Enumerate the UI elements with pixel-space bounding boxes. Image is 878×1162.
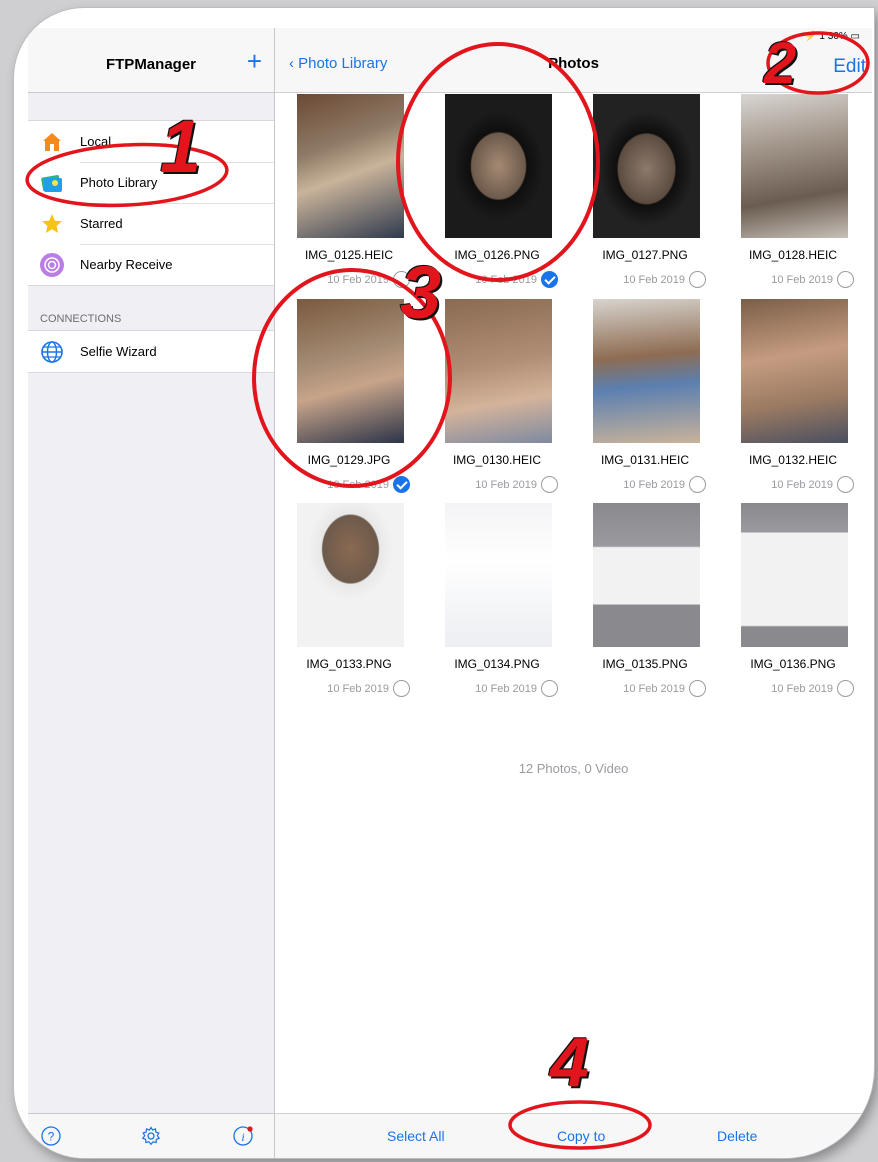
photo-thumbnail[interactable] <box>445 94 552 238</box>
info-icon[interactable]: i <box>233 1126 253 1146</box>
photo-filename: IMG_0132.HEIC <box>748 453 838 467</box>
selection-circle-icon[interactable] <box>837 271 854 288</box>
photo-date: 10 Feb 2019 <box>623 274 685 286</box>
sidebar-item-local[interactable]: Local <box>28 121 274 162</box>
photo-filename: IMG_0127.PNG <box>602 248 688 262</box>
add-connection-icon[interactable]: + <box>247 48 262 74</box>
photo-filename: IMG_0135.PNG <box>602 657 688 671</box>
photo-filename: IMG_0126.PNG <box>454 248 540 262</box>
photo-thumbnail[interactable] <box>741 503 848 647</box>
connections-header: CONNECTIONS <box>40 313 122 325</box>
sidebar-list: Local Photo Library Starred Nearby Recei… <box>28 120 274 286</box>
photo-cell[interactable]: IMG_0131.HEIC 10 Feb 2019 <box>571 299 719 502</box>
selection-circle-icon[interactable] <box>837 680 854 697</box>
photo-thumbnail[interactable] <box>297 503 404 647</box>
edit-button[interactable]: Edit <box>833 56 866 78</box>
photo-filename: IMG_0129.JPG <box>307 453 391 467</box>
photo-thumbnail[interactable] <box>593 94 700 238</box>
photo-cell[interactable]: IMG_0127.PNG 10 Feb 2019 <box>571 94 719 297</box>
photo-cell[interactable]: IMG_0126.PNG 10 Feb 2019 <box>423 94 571 297</box>
photo-date: 10 Feb 2019 <box>771 683 833 695</box>
selection-circle-icon[interactable] <box>393 680 410 697</box>
photo-filename: IMG_0133.PNG <box>306 657 392 671</box>
svg-text:?: ? <box>48 1130 55 1144</box>
connection-label: Selfie Wizard <box>80 344 157 359</box>
sidebar-item-label: Nearby Receive <box>80 257 173 272</box>
photo-cell[interactable]: IMG_0134.PNG 10 Feb 2019 <box>423 503 571 706</box>
status-bar: ⚡ 1 30% ▭ <box>804 31 860 42</box>
photo-date: 10 Feb 2019 <box>327 683 389 695</box>
photo-filename: IMG_0134.PNG <box>454 657 540 671</box>
sidebar-item-label: Local <box>80 134 112 149</box>
photo-filename: IMG_0131.HEIC <box>600 453 690 467</box>
selection-circle-icon[interactable] <box>541 476 558 493</box>
photo-date: 10 Feb 2019 <box>327 274 389 286</box>
selection-circle-icon[interactable] <box>689 680 706 697</box>
star-icon <box>42 214 62 233</box>
app-title: FTPManager <box>105 56 196 73</box>
photo-thumbnail[interactable] <box>445 503 552 647</box>
photo-thumbnail[interactable] <box>297 94 404 238</box>
photo-cell[interactable]: IMG_0135.PNG 10 Feb 2019 <box>571 503 719 706</box>
photo-date: 10 Feb 2019 <box>475 274 537 286</box>
svg-text:i: i <box>241 1130 244 1144</box>
selected-checkmark-icon[interactable] <box>541 271 558 288</box>
app-screen: FTPManager + Local Photo Library Starred… <box>28 28 872 1158</box>
annotation-number-4: 4 <box>550 1023 589 1101</box>
photo-date: 10 Feb 2019 <box>327 479 389 491</box>
photo-date: 10 Feb 2019 <box>623 683 685 695</box>
selection-circle-icon[interactable] <box>689 476 706 493</box>
settings-icon[interactable] <box>141 1126 161 1146</box>
select-all-button[interactable]: Select All <box>387 1128 445 1144</box>
photo-thumbnail[interactable] <box>297 299 404 443</box>
annotation-number-3: 3 <box>400 251 442 334</box>
photo-cell[interactable]: IMG_0128.HEIC 10 Feb 2019 <box>719 94 867 297</box>
house-icon <box>43 133 61 151</box>
connections-list: Selfie Wizard <box>28 330 274 373</box>
airdrop-icon <box>40 253 64 277</box>
device-frame: FTPManager + Local Photo Library Starred… <box>14 8 874 1158</box>
photo-thumbnail[interactable] <box>445 299 552 443</box>
photo-date: 10 Feb 2019 <box>771 479 833 491</box>
selection-circle-icon[interactable] <box>837 476 854 493</box>
sidebar-item-nearby-receive[interactable]: Nearby Receive <box>28 244 274 285</box>
sidebar: FTPManager + Local Photo Library Starred… <box>28 28 275 1158</box>
selected-checkmark-icon[interactable] <box>393 476 410 493</box>
photo-thumbnail[interactable] <box>593 299 700 443</box>
connection-item-selfie-wizard[interactable]: Selfie Wizard <box>28 331 274 372</box>
selection-circle-icon[interactable] <box>541 680 558 697</box>
photo-date: 10 Feb 2019 <box>475 683 537 695</box>
sidebar-item-photo-library[interactable]: Photo Library <box>28 162 274 203</box>
globe-icon <box>41 341 63 363</box>
photo-cell[interactable]: IMG_0130.HEIC 10 Feb 2019 <box>423 299 571 502</box>
photo-thumbnail[interactable] <box>741 299 848 443</box>
photo-cell[interactable]: IMG_0133.PNG 10 Feb 2019 <box>275 503 423 706</box>
sidebar-item-starred[interactable]: Starred <box>28 203 274 244</box>
photo-date: 10 Feb 2019 <box>475 479 537 491</box>
annotation-number-2: 2 <box>764 31 797 96</box>
photo-filename: IMG_0128.HEIC <box>748 248 838 262</box>
photo-count: 12 Photos, 0 Video <box>518 761 629 776</box>
help-icon[interactable]: ? <box>41 1126 61 1146</box>
photo-date: 10 Feb 2019 <box>623 479 685 491</box>
photo-cell[interactable]: IMG_0136.PNG 10 Feb 2019 <box>719 503 867 706</box>
photo-thumbnail[interactable] <box>741 94 848 238</box>
sidebar-item-label: Photo Library <box>80 175 158 190</box>
photo-date: 10 Feb 2019 <box>771 274 833 286</box>
photo-grid: IMG_0125.HEIC 10 Feb 2019 IMG_0126.PNG 10 F… <box>275 94 872 714</box>
selection-circle-icon[interactable] <box>689 271 706 288</box>
photo-filename: IMG_0136.PNG <box>750 657 836 671</box>
delete-button[interactable]: Delete <box>717 1128 757 1144</box>
photos-pane: ⚡ 1 30% ▭ ‹ Photo Library Photos Edit IM… <box>275 28 872 1158</box>
annotation-number-1: 1 <box>160 105 202 188</box>
copy-to-button[interactable]: Copy to <box>557 1128 605 1144</box>
photos-icon <box>41 175 62 192</box>
bottom-toolbar: Select All Copy to Delete <box>275 1113 872 1158</box>
sidebar-toolbar: ? i <box>28 1113 274 1158</box>
photo-filename: IMG_0130.HEIC <box>452 453 542 467</box>
photo-thumbnail[interactable] <box>593 503 700 647</box>
photo-cell[interactable]: IMG_0132.HEIC 10 Feb 2019 <box>719 299 867 502</box>
sidebar-navbar: FTPManager + <box>28 28 274 93</box>
sidebar-item-label: Starred <box>80 216 123 231</box>
